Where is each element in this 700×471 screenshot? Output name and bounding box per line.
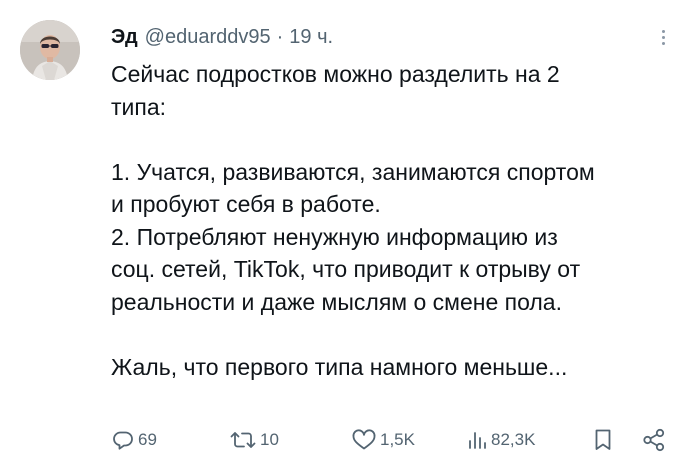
tweet-text-line: типа: — [111, 93, 167, 120]
more-icon[interactable] — [655, 24, 671, 50]
tweet-text-line: соц. сетей, TikTok, что приводит к отрыв… — [111, 256, 581, 282]
tweet-text-line: 2. Потребляют ненужную информацию из — [111, 223, 558, 250]
tweet: Эд @eduarddv95 · 19 ч. Сейчас подростков… — [0, 0, 700, 471]
tweet-header: Эд @eduarddv95 · 19 ч. — [111, 24, 333, 50]
views-count: 82,3K — [491, 430, 536, 449]
reply-icon — [113, 431, 133, 450]
bookmark-button[interactable] — [591, 425, 618, 455]
like-count: 1,5K — [380, 430, 415, 449]
bookmark-icon — [595, 429, 611, 450]
author-name[interactable]: Эд — [111, 26, 138, 49]
author-handle[interactable]: @eduarddv95 — [145, 26, 271, 49]
reply-count: 69 — [138, 430, 157, 449]
views-button[interactable]: 82,3K — [466, 425, 535, 455]
tweet-text-line: Сейчас подростков можно разделить на 2 — [111, 61, 560, 87]
views-icon — [469, 432, 486, 449]
tweet-text: Сейчас подростков можно разделить на 2 т… — [111, 58, 686, 383]
action-bar: 69 10 1,5K 82,3K — [111, 425, 686, 455]
tweet-text-line — [111, 123, 686, 156]
like-button[interactable]: 1,5K — [351, 425, 415, 455]
retweet-count: 10 — [260, 430, 279, 449]
retweet-icon — [230, 432, 256, 448]
avatar[interactable] — [20, 20, 80, 80]
heart-icon — [352, 429, 376, 450]
separator-dot: · — [276, 25, 284, 48]
tweet-text-line: и пробуют себя в работе. — [111, 191, 381, 217]
share-button[interactable] — [641, 425, 670, 455]
share-icon — [643, 428, 665, 452]
retweet-button[interactable]: 10 — [229, 425, 279, 455]
reply-button[interactable]: 69 — [111, 425, 157, 455]
tweet-text-line: реальности и даже мыслям о смене пола. — [111, 288, 562, 315]
timestamp[interactable]: 19 ч. — [289, 26, 333, 49]
tweet-text-line: 1. Учатся, развиваются, занимаются спорт… — [111, 158, 595, 185]
tweet-text-line: Жаль, что первого типа намного меньше... — [111, 353, 568, 380]
tweet-text-line — [111, 318, 686, 351]
